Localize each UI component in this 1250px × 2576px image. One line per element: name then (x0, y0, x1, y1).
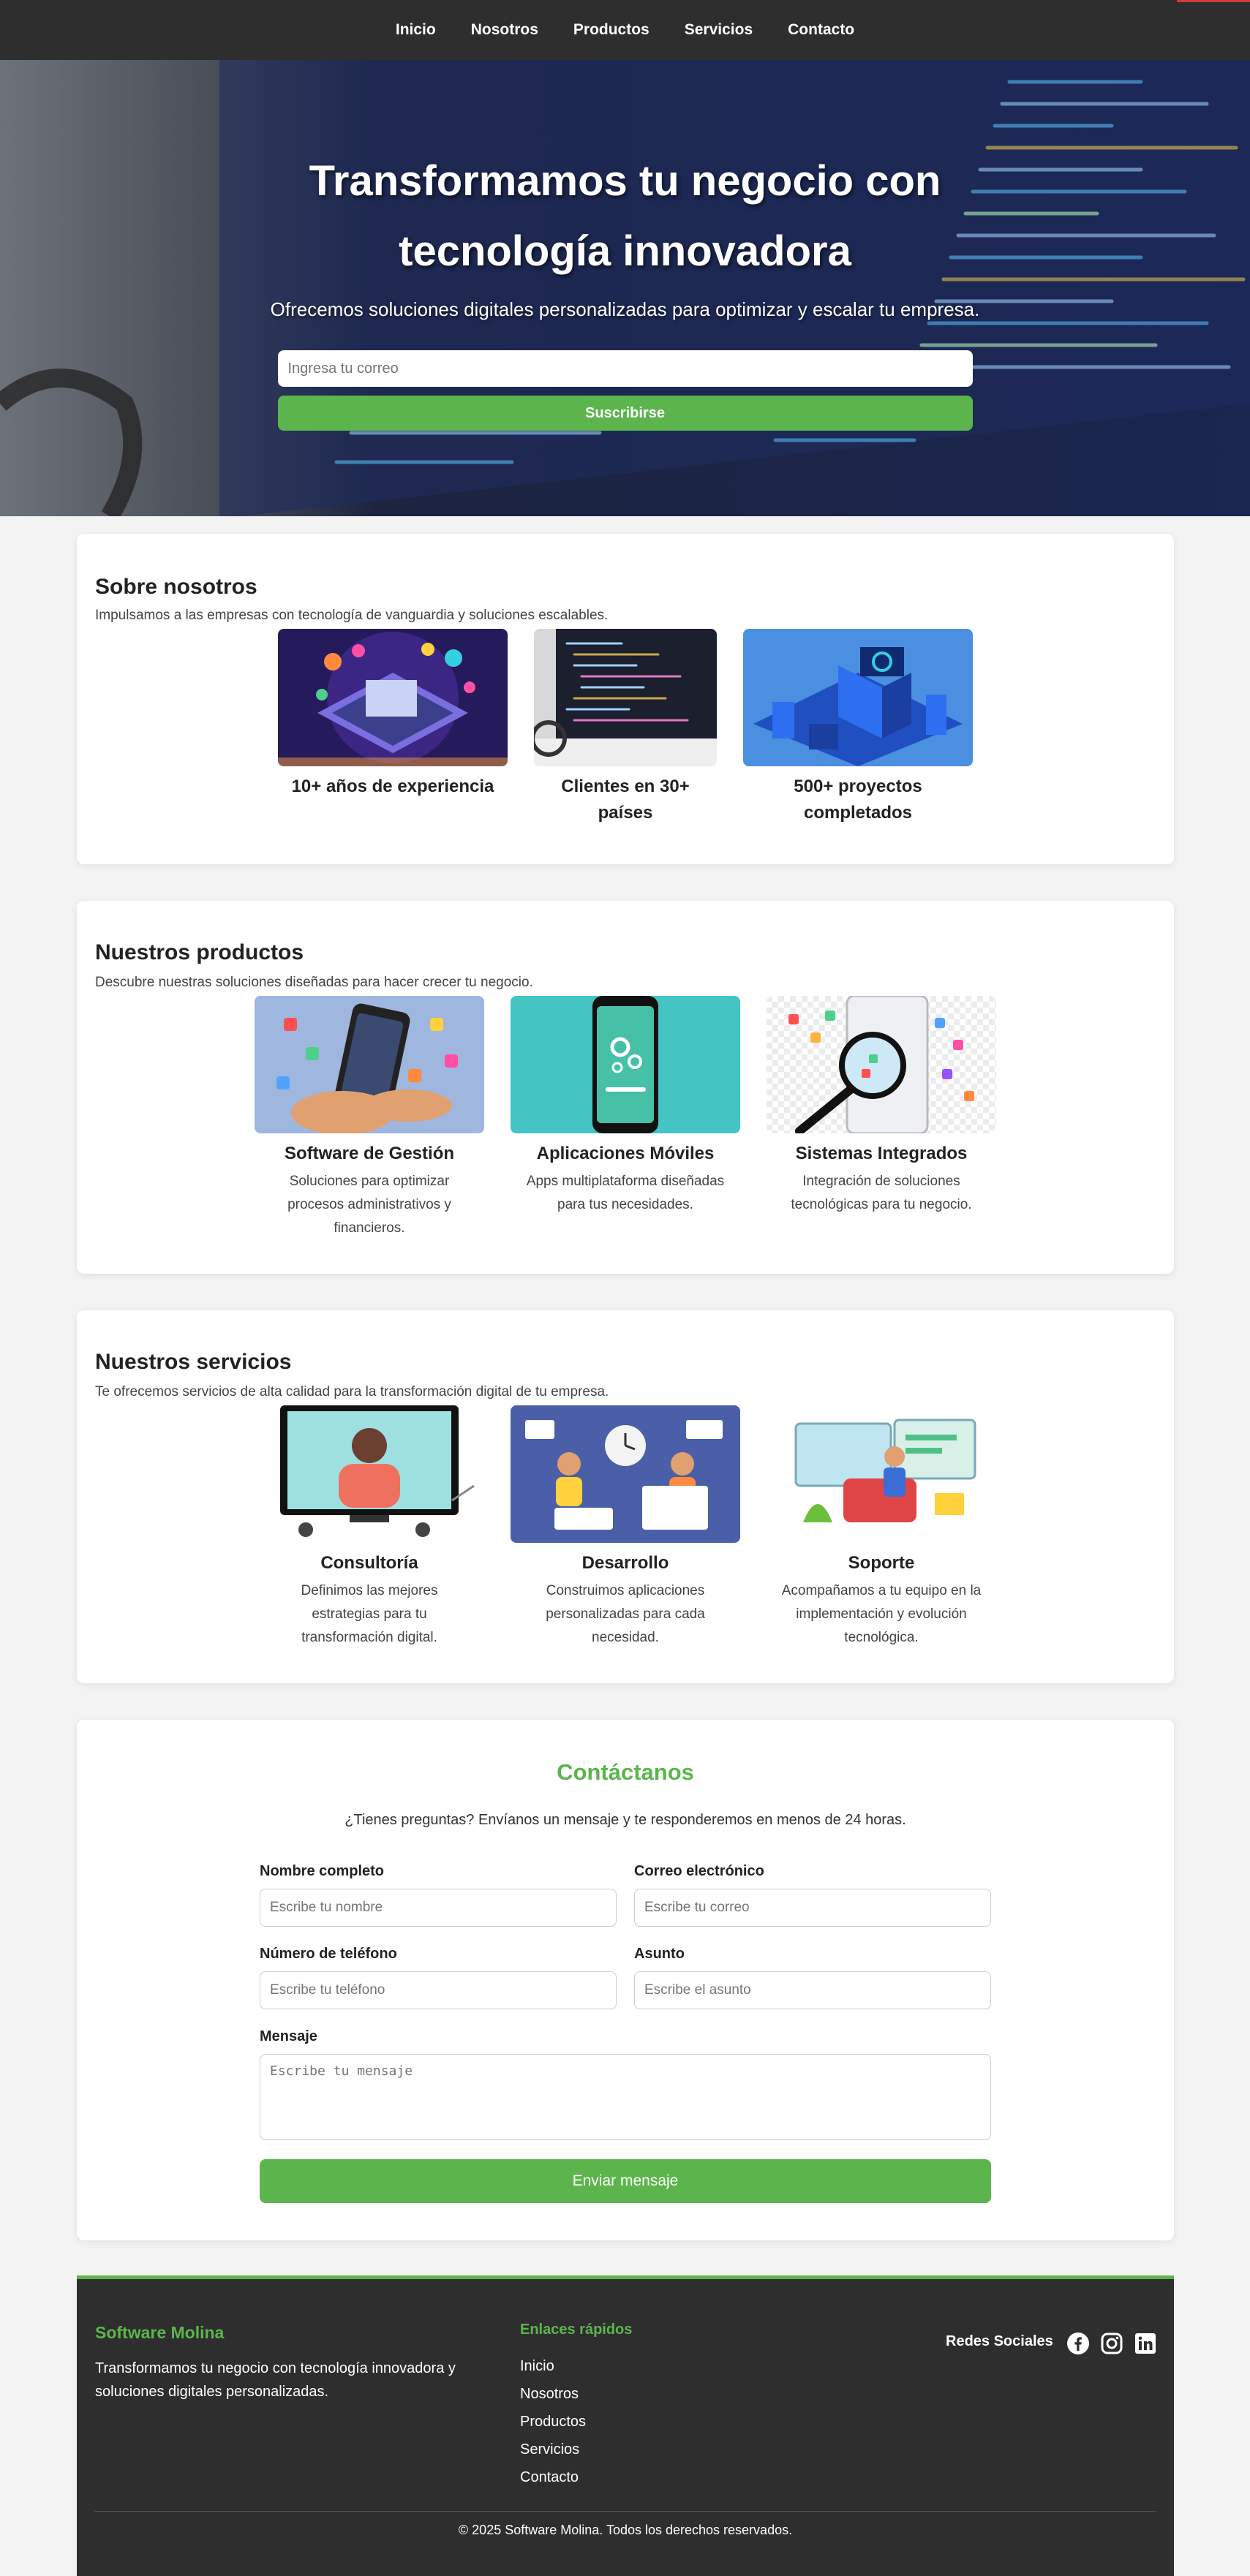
nav-link-contacto[interactable]: Contacto (783, 15, 859, 45)
service-item-desarrollo: Desarrollo Construimos aplicaciones pers… (511, 1405, 740, 1650)
product-item-title: Sistemas Integrados (795, 1144, 968, 1163)
send-message-button[interactable]: Enviar mensaje (260, 2159, 991, 2203)
hero-content: Transformamos tu negocio con tecnología … (0, 60, 1250, 516)
product-item-gestion: Software de Gestión Soluciones para opti… (255, 996, 484, 1240)
footer-link-nosotros[interactable]: Nosotros (520, 2380, 586, 2408)
phone-label: Número de teléfono (260, 1946, 397, 1962)
about-item-projects: 500+ proyectos completados (743, 629, 973, 826)
nav-link-inicio[interactable]: Inicio (391, 15, 440, 45)
about-subtitle: Impulsamos a las empresas con tecnología… (95, 608, 609, 623)
subscribe-button[interactable]: Suscribirse (277, 396, 973, 431)
service-item-consultoria: Consultoría Definimos las mejores estrat… (255, 1405, 484, 1650)
message-textarea[interactable] (260, 2054, 991, 2140)
email-label: Correo electrónico (634, 1863, 764, 1879)
footer-link-servicios[interactable]: Servicios (520, 2436, 586, 2463)
nav-link-nosotros[interactable]: Nosotros (467, 15, 543, 45)
hero-section: Transformamos tu negocio con tecnología … (0, 60, 1250, 516)
hero-title: Transformamos tu negocio con tecnología … (309, 157, 941, 275)
subject-label: Asunto (634, 1946, 685, 1962)
service-item-soporte: Soporte Acompañamos a tu equipo en la im… (767, 1405, 996, 1650)
support-image (767, 1405, 996, 1543)
footer-link-productos[interactable]: Productos (520, 2408, 586, 2436)
email-input[interactable] (634, 1889, 991, 1927)
about-item-clients: Clientes en 30+ países (534, 629, 717, 826)
footer-link-contacto[interactable]: Contacto (520, 2463, 586, 2491)
name-field-group: Nombre completo (260, 1863, 617, 1927)
product-item-desc: Integración de soluciones tecnológicas p… (791, 1174, 972, 1212)
footer-brand-desc: Transformamos tu negocio con tecnología … (95, 2360, 456, 2400)
services-title: Nuestros servicios (95, 1350, 292, 1374)
product-item-sistemas: Sistemas Integrados Integración de soluc… (767, 996, 996, 1240)
service-item-desc: Construimos aplicaciones personalizadas … (546, 1583, 705, 1645)
email-field-group: Correo electrónico (634, 1863, 991, 1927)
product-item-desc: Soluciones para optimizar procesos admin… (287, 1174, 451, 1236)
code-monitor-image (534, 629, 717, 766)
consulting-image (255, 1405, 484, 1543)
products-items: Software de Gestión Soluciones para opti… (77, 996, 1174, 1240)
about-item-title: 10+ años de experiencia (291, 777, 494, 796)
phone-apps-image (255, 996, 484, 1133)
subject-input[interactable] (634, 1971, 991, 2009)
instagram-icon[interactable] (1100, 2332, 1123, 2355)
about-item-title: 500+ proyectos completados (794, 777, 922, 823)
magnifier-apps-image (767, 996, 996, 1133)
footer-copyright: © 2025 Software Molina. Todos los derech… (458, 2523, 793, 2537)
site-footer: Software Molina Transformamos tu negocio… (77, 2275, 1174, 2576)
service-item-desc: Definimos las mejores estrategias para t… (301, 1583, 438, 1645)
phone-gears-image (511, 996, 740, 1133)
products-title: Nuestros productos (95, 940, 304, 964)
services-section: Nuestros servicios Te ofrecemos servicio… (77, 1310, 1174, 1683)
product-item-desc: Apps multiplataforma diseñadas para tus … (526, 1174, 725, 1212)
footer-socials (1066, 2332, 1157, 2355)
product-item-moviles: Aplicaciones Móviles Apps multiplataform… (511, 996, 740, 1240)
footer-social-title: Redes Sociales (946, 2333, 1053, 2349)
contact-section: Contáctanos ¿Tienes preguntas? Envíanos … (77, 1720, 1174, 2240)
service-item-desc: Acompañamos a tu equipo en la implementa… (781, 1583, 982, 1645)
contact-title: Contáctanos (557, 1759, 694, 1785)
product-item-title: Software de Gestión (284, 1144, 455, 1163)
products-subtitle: Descubre nuestras soluciones diseñadas p… (95, 975, 533, 990)
message-label: Mensaje (260, 2028, 317, 2044)
about-title: Sobre nosotros (95, 575, 257, 599)
subject-field-group: Asunto (634, 1946, 991, 2009)
phone-field-group: Número de teléfono (260, 1946, 617, 2009)
message-field-group: Mensaje (260, 2028, 991, 2144)
development-team-image (511, 1405, 740, 1543)
footer-divider (95, 2511, 1156, 2512)
about-item-experience: 10+ años de experiencia (278, 629, 508, 826)
facebook-icon[interactable] (1066, 2332, 1090, 2355)
footer-links: Inicio Nosotros Productos Servicios Cont… (520, 2352, 586, 2491)
services-subtitle: Te ofrecemos servicios de alta calidad p… (95, 1384, 609, 1400)
service-item-title: Soporte (848, 1553, 915, 1573)
product-item-title: Aplicaciones Móviles (536, 1144, 715, 1163)
nav-link-servicios[interactable]: Servicios (680, 15, 757, 45)
services-items: Consultoría Definimos las mejores estrat… (77, 1405, 1174, 1650)
isometric-city-image (743, 629, 973, 766)
hero-subtitle: Ofrecemos soluciones digitales personali… (270, 298, 980, 320)
nav-link-productos[interactable]: Productos (569, 15, 654, 45)
about-section: Sobre nosotros Impulsamos a las empresas… (77, 534, 1174, 864)
phone-input[interactable] (260, 1971, 617, 2009)
linkedin-icon[interactable] (1134, 2332, 1157, 2355)
newsletter-email-input[interactable] (277, 350, 973, 387)
about-items: 10+ años de experiencia Clientes en 30+ … (77, 629, 1174, 826)
products-section: Nuestros productos Descubre nuestras sol… (77, 901, 1174, 1274)
service-item-title: Consultoría (320, 1553, 418, 1573)
name-label: Nombre completo (260, 1863, 385, 1879)
contact-intro: ¿Tienes preguntas? Envíanos un mensaje y… (344, 1812, 906, 1828)
service-item-title: Desarrollo (581, 1553, 669, 1573)
isometric-tech-image (278, 629, 508, 766)
footer-link-inicio[interactable]: Inicio (520, 2352, 586, 2380)
top-nav: Inicio Nosotros Productos Servicios Cont… (0, 0, 1250, 60)
footer-brand: Software Molina (95, 2323, 225, 2342)
about-item-title: Clientes en 30+ países (561, 777, 690, 823)
nav-accent-bar (1177, 0, 1250, 2)
name-input[interactable] (260, 1889, 617, 1927)
footer-links-title: Enlaces rápidos (520, 2322, 633, 2338)
